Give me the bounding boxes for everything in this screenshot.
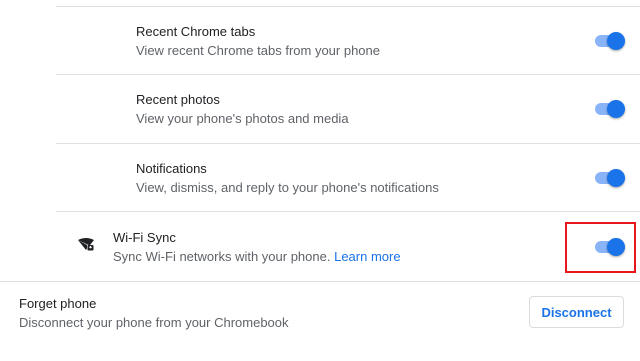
wifi-sync-description: Sync Wi-Fi networks with your phone. [113, 249, 331, 264]
recent-chrome-tabs-toggle[interactable] [595, 32, 625, 50]
connected-devices-settings: Recent Chrome tabs View recent Chrome ta… [0, 0, 640, 361]
setting-subtitle: Sync Wi-Fi networks with your phone. Lea… [113, 249, 401, 264]
setting-row-notifications: Notifications View, dismiss, and reply t… [0, 144, 640, 212]
forget-phone-title: Forget phone [19, 296, 97, 311]
toggle-knob [607, 32, 625, 50]
setting-subtitle: View, dismiss, and reply to your phone's… [136, 180, 439, 195]
setting-title: Notifications [136, 161, 207, 176]
toggle-knob [607, 169, 625, 187]
divider [0, 281, 640, 282]
learn-more-link[interactable]: Learn more [334, 249, 400, 264]
setting-title: Recent photos [136, 92, 220, 107]
setting-title: Wi-Fi Sync [113, 230, 176, 245]
disconnect-button[interactable]: Disconnect [529, 296, 624, 328]
toggle-knob [607, 100, 625, 118]
forget-phone-subtitle: Disconnect your phone from your Chromebo… [19, 315, 289, 330]
setting-row-recent-chrome-tabs: Recent Chrome tabs View recent Chrome ta… [0, 7, 640, 75]
setting-subtitle: View recent Chrome tabs from your phone [136, 43, 380, 58]
recent-photos-toggle[interactable] [595, 100, 625, 118]
wifi-sync-icon [78, 238, 94, 251]
setting-subtitle: View your phone's photos and media [136, 111, 349, 126]
notifications-toggle[interactable] [595, 169, 625, 187]
setting-row-recent-photos: Recent photos View your phone's photos a… [0, 75, 640, 144]
highlight-box [565, 222, 636, 273]
setting-title: Recent Chrome tabs [136, 24, 256, 39]
setting-row-wifi-sync: Wi-Fi Sync Sync Wi-Fi networks with your… [0, 212, 640, 282]
